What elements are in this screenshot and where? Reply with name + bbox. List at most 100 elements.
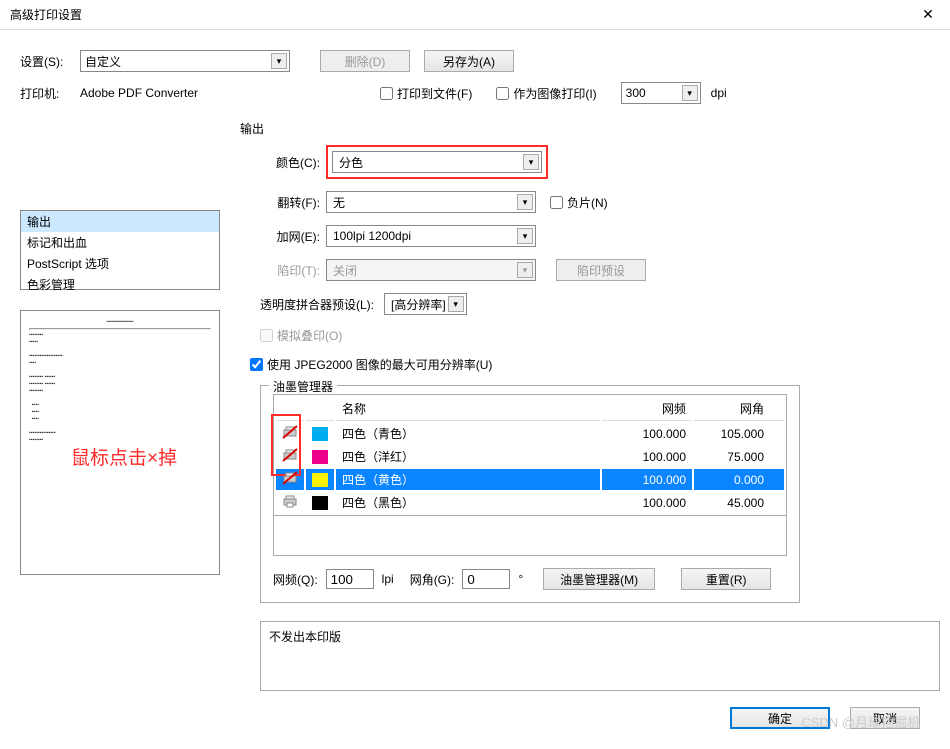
color-swatch — [312, 427, 328, 441]
jpeg2000-row: 使用 JPEG2000 图像的最大可用分辨率(U) — [250, 356, 930, 373]
jpeg2000-input[interactable] — [250, 358, 263, 371]
ink-angle: 105.000 — [694, 423, 784, 444]
category-listbox[interactable]: 输出 标记和出血 PostScript 选项 色彩管理 — [20, 210, 220, 290]
printer-icon[interactable] — [282, 471, 298, 485]
status-text: 不发出本印版 — [269, 630, 341, 644]
jpeg2000-checkbox[interactable]: 使用 JPEG2000 图像的最大可用分辨率(U) — [250, 356, 492, 373]
flip-select[interactable]: 无 ▾ — [326, 191, 536, 213]
ink-angle: 75.000 — [694, 446, 784, 467]
printer-icon[interactable] — [282, 494, 298, 508]
close-button[interactable]: ✕ — [906, 0, 950, 30]
transparency-row: 透明度拼合器预设(L): [高分辨率] ▾ — [260, 293, 930, 315]
color-row: 颜色(C): 分色 ▾ — [260, 145, 930, 179]
ink-angle: 45.000 — [694, 492, 784, 513]
reset-button[interactable]: 重置(R) — [681, 568, 771, 590]
screening-label: 加网(E): — [260, 228, 320, 245]
flip-label: 翻转(F): — [260, 194, 320, 211]
col-name: 名称 — [336, 397, 600, 421]
output-section-label: 输出 — [240, 120, 930, 137]
color-select[interactable]: 分色 ▾ — [332, 151, 542, 173]
printer-icon[interactable] — [282, 448, 298, 462]
ink-controls: 网频(Q): lpi 网角(G): ° 油墨管理器(M) 重置(R) — [273, 568, 787, 590]
freq-input[interactable] — [326, 569, 374, 589]
col-freq: 网频 — [602, 397, 692, 421]
settings-row: 设置(S): 自定义 ▾ 删除(D) 另存为(A) — [20, 50, 930, 72]
page-preview: ━━━━━━━━━ ▪▪▪▪▪▪▪▪▪▪▪▪▪▪▪▪▪▪▪▪▪▪▪▪▪▪▪▪▪▪… — [20, 310, 220, 575]
dpi-value: 300 — [626, 86, 646, 100]
right-panel: 输出 颜色(C): 分色 ▾ 翻转(F): 无 ▾ 负片(N) 加网(E): 1… — [240, 120, 930, 691]
printer-icon[interactable] — [282, 425, 298, 439]
trap-label: 陷印(T): — [260, 262, 320, 279]
printer-label: 打印机: — [20, 85, 80, 102]
status-box: 不发出本印版 — [260, 621, 940, 691]
ink-table[interactable]: 名称 网频 网角 四色（青色）100.000105.000四色（洋红）100.0… — [273, 394, 787, 516]
flip-row: 翻转(F): 无 ▾ 负片(N) — [260, 191, 930, 213]
color-highlight: 分色 ▾ — [326, 145, 548, 179]
color-swatch — [312, 473, 328, 487]
ink-name: 四色（青色） — [336, 423, 600, 444]
negative-checkbox[interactable]: 负片(N) — [550, 194, 608, 211]
ink-name: 四色（黑色） — [336, 492, 600, 513]
ink-row[interactable]: 四色（黄色）100.0000.000 — [276, 469, 784, 490]
dpi-unit: dpi — [711, 86, 727, 100]
annotation-box — [271, 414, 301, 476]
dpi-combo[interactable]: 300 ▾ — [621, 82, 701, 104]
angle-input[interactable] — [462, 569, 510, 589]
angle-label: 网角(G): — [410, 571, 455, 588]
cancel-button[interactable]: 取消 — [850, 707, 920, 729]
transparency-value: [高分辨率] — [391, 296, 446, 313]
screening-select[interactable]: 100lpi 1200dpi ▾ — [326, 225, 536, 247]
ink-name: 四色（黄色） — [336, 469, 600, 490]
delete-button: 删除(D) — [320, 50, 410, 72]
sidebar-item-colormgmt[interactable]: 色彩管理 — [21, 274, 219, 295]
trap-select: 关闭 ▾ — [326, 259, 536, 281]
print-to-file-label: 打印到文件(F) — [397, 85, 472, 102]
sidebar-item-output[interactable]: 输出 — [21, 211, 219, 232]
chevron-down-icon: ▾ — [517, 228, 533, 244]
ink-manager-fieldset: 油墨管理器 名称 网频 网角 四色（青色）100.000105.000四色（洋红… — [260, 385, 800, 603]
color-swatch — [312, 496, 328, 510]
ink-manager-button[interactable]: 油墨管理器(M) — [543, 568, 655, 590]
transparency-label: 透明度拼合器预设(L): — [260, 296, 374, 313]
transparency-select[interactable]: [高分辨率] ▾ — [384, 293, 467, 315]
negative-label: 负片(N) — [567, 194, 608, 211]
annotation-text: 鼠标点击×掉 — [71, 443, 177, 470]
lpi-label: lpi — [382, 572, 394, 586]
print-as-image-checkbox[interactable]: 作为图像打印(I) — [496, 85, 596, 102]
dialog-footer: 确定 取消 — [730, 707, 920, 729]
trap-preview-button: 陷印预设 — [556, 259, 646, 281]
chevron-down-icon: ▾ — [271, 53, 287, 69]
screening-value: 100lpi 1200dpi — [333, 229, 411, 243]
jpeg2000-label: 使用 JPEG2000 图像的最大可用分辨率(U) — [267, 356, 492, 373]
saveas-button[interactable]: 另存为(A) — [424, 50, 514, 72]
chevron-down-icon: ▾ — [517, 262, 533, 278]
chevron-down-icon: ▾ — [448, 296, 464, 312]
ink-row[interactable]: 四色（洋红）100.00075.000 — [276, 446, 784, 467]
negative-input[interactable] — [550, 196, 563, 209]
trap-value: 关闭 — [333, 262, 357, 279]
ink-row[interactable]: 四色（黑色）100.00045.000 — [276, 492, 784, 513]
print-to-file-checkbox[interactable]: 打印到文件(F) — [380, 85, 472, 102]
print-to-file-input[interactable] — [380, 87, 393, 100]
simulate-overprint-checkbox: 模拟叠印(O) — [260, 327, 342, 344]
deg-label: ° — [518, 572, 523, 586]
ink-freq: 100.000 — [602, 446, 692, 467]
flip-value: 无 — [333, 194, 345, 211]
ink-manager-legend: 油墨管理器 — [269, 378, 337, 395]
ink-freq: 100.000 — [602, 492, 692, 513]
color-swatch — [312, 450, 328, 464]
chevron-down-icon: ▾ — [523, 154, 539, 170]
main-content: 设置(S): 自定义 ▾ 删除(D) 另存为(A) 打印机: Adobe PDF… — [0, 30, 950, 134]
print-as-image-input[interactable] — [496, 87, 509, 100]
sidebar-item-marks[interactable]: 标记和出血 — [21, 232, 219, 253]
simulate-row: 模拟叠印(O) — [260, 327, 930, 344]
settings-label: 设置(S): — [20, 53, 80, 70]
preview-page-content: ━━━━━━━━━ ▪▪▪▪▪▪▪▪▪▪▪▪▪▪▪▪▪▪▪▪▪▪▪▪▪▪▪▪▪▪… — [29, 319, 211, 444]
chevron-down-icon: ▾ — [517, 194, 533, 210]
ok-button[interactable]: 确定 — [730, 707, 830, 729]
color-value: 分色 — [339, 154, 363, 171]
ink-row[interactable]: 四色（青色）100.000105.000 — [276, 423, 784, 444]
sidebar-item-postscript[interactable]: PostScript 选项 — [21, 253, 219, 274]
settings-combo[interactable]: 自定义 ▾ — [80, 50, 290, 72]
print-as-image-label: 作为图像打印(I) — [513, 85, 596, 102]
